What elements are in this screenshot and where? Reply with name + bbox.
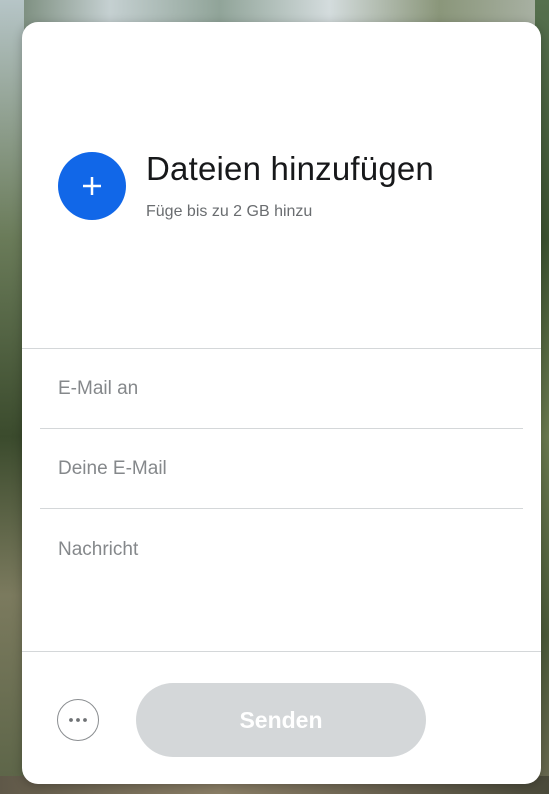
more-options-button[interactable] xyxy=(57,699,99,741)
divider xyxy=(22,348,541,349)
plus-icon xyxy=(83,177,101,195)
background-left xyxy=(0,0,24,794)
divider xyxy=(40,508,523,509)
message-field[interactable] xyxy=(58,538,518,628)
divider xyxy=(22,651,541,652)
divider xyxy=(40,428,523,429)
add-files-subtitle: Füge bis zu 2 GB hinzu xyxy=(146,203,313,220)
email-to-field[interactable] xyxy=(58,369,518,409)
add-files-button[interactable] xyxy=(58,152,126,220)
add-files-area[interactable]: Dateien hinzufügen Füge bis zu 2 GB hinz… xyxy=(22,22,541,348)
add-files-title[interactable]: Dateien hinzufügen xyxy=(146,150,434,188)
send-button[interactable]: Senden xyxy=(136,683,426,757)
transfer-panel: Dateien hinzufügen Füge bis zu 2 GB hinz… xyxy=(22,22,541,784)
more-options-icon xyxy=(69,718,87,722)
your-email-field[interactable] xyxy=(58,449,518,489)
